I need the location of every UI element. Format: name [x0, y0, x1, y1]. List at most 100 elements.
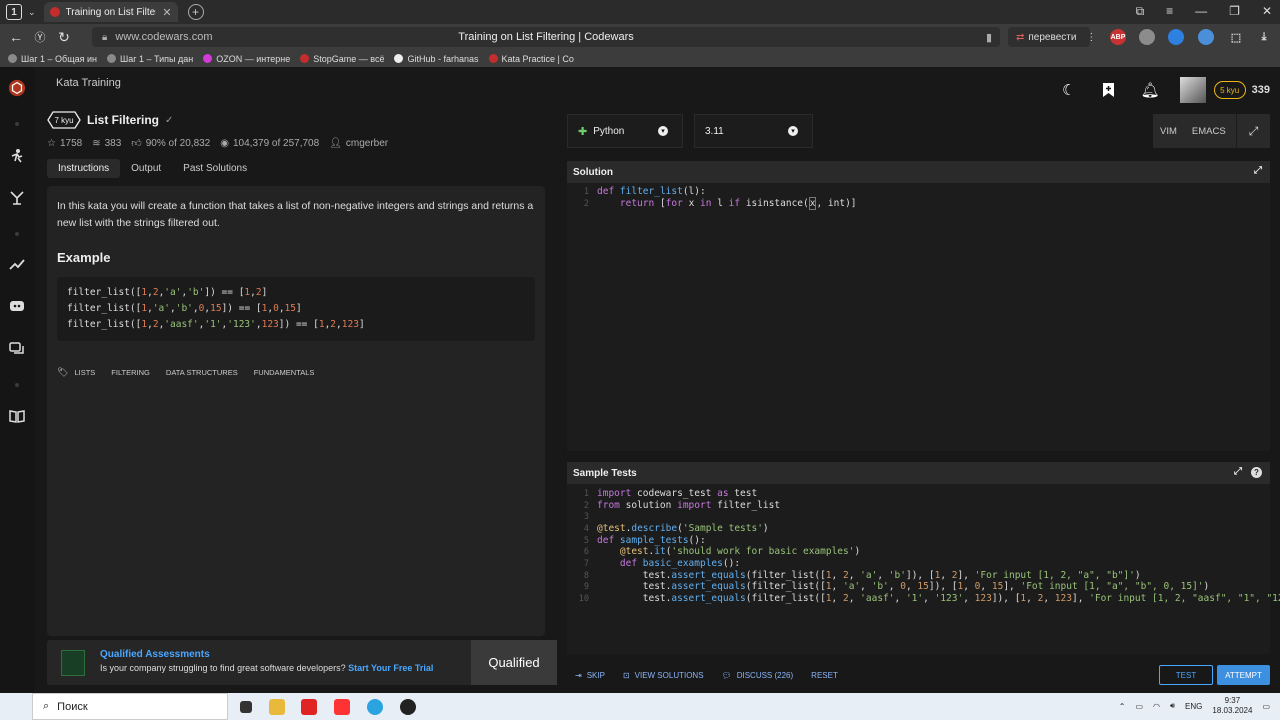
tag-lists[interactable]: LISTS: [74, 368, 95, 377]
bookmark-item[interactable]: Kata Practice | Co: [488, 53, 574, 64]
fullscreen-icon[interactable]: ⤢: [1236, 114, 1270, 148]
help-icon[interactable]: ?: [1251, 467, 1262, 478]
network-icon[interactable]: ▭: [1135, 702, 1143, 711]
bookmark-item[interactable]: Шаг 1 – Общая ин: [8, 54, 97, 64]
chevron-down-icon[interactable]: ⌄: [28, 7, 36, 18]
yandex-icon[interactable]: [334, 698, 350, 715]
reload-icon[interactable]: ↻: [56, 29, 72, 45]
kyu-badge: 7 kyu: [47, 111, 81, 129]
language-indicator[interactable]: ENG: [1185, 702, 1202, 711]
download-icon[interactable]: ⤓: [1256, 29, 1272, 45]
tab-counter[interactable]: 1: [6, 4, 22, 20]
collections-icon[interactable]: ⧉: [1136, 4, 1145, 19]
close-window-icon[interactable]: ✕: [1262, 4, 1272, 19]
bookmark-kata-icon[interactable]: [1102, 82, 1115, 98]
windows-taskbar: ⌕ Поиск ⌃ ▭ ◠ 🔊︎ ENG 9:37 18.03.2024 ▭: [0, 693, 1280, 720]
translate-button[interactable]: ⇄ перевести ⋮: [1008, 27, 1096, 47]
extension-blue-icon[interactable]: [1168, 29, 1184, 45]
discord-icon[interactable]: [8, 297, 26, 315]
bookmark-icon[interactable]: ▮: [986, 31, 992, 44]
volume-icon[interactable]: 🔊︎: [1170, 701, 1175, 711]
chevron-down-icon: ▾: [658, 126, 668, 136]
telegram-icon[interactable]: [367, 698, 383, 715]
file-explorer-icon[interactable]: [269, 698, 285, 715]
tag-data-structures[interactable]: DATA STRUCTURES: [166, 368, 238, 377]
codewars-logo-icon[interactable]: [8, 79, 26, 97]
url-field[interactable]: 🔒︎ www.codewars.com Training on List Fil…: [92, 27, 1000, 47]
browser-tab[interactable]: Training on List Filtering ✕: [43, 2, 178, 22]
task-view-icon[interactable]: [240, 700, 252, 713]
tag-filtering[interactable]: FILTERING: [111, 368, 150, 377]
tag-fundamentals[interactable]: FUNDAMENTALS: [254, 368, 315, 377]
more-icon[interactable]: ⋮: [1086, 32, 1096, 43]
app-topbar: Kata Training ☾ 🔔︎ 5 kyu 339: [34, 67, 1280, 111]
promo-heading[interactable]: Qualified Assessments: [100, 649, 210, 660]
practice-icon[interactable]: [8, 189, 26, 207]
skip-button[interactable]: ⇥ SKIP: [575, 671, 605, 680]
collections-icon[interactable]: ≋: [92, 138, 100, 149]
bookmark-item[interactable]: StopGame — всё: [300, 54, 384, 64]
menu-icon[interactable]: ≡: [1166, 4, 1173, 19]
kata-author[interactable]: cmgerber: [346, 138, 388, 149]
adblock-icon[interactable]: ABP: [1110, 29, 1126, 45]
qualified-logo[interactable]: Qualified: [471, 640, 557, 685]
leaderboard-icon[interactable]: [8, 255, 26, 273]
test-button[interactable]: TEST: [1159, 665, 1213, 685]
expand-icon[interactable]: ⤢: [1254, 165, 1262, 176]
qualified-promo: Qualified Assessments Is your company st…: [47, 640, 557, 685]
training-icon[interactable]: [8, 147, 26, 165]
completed-icon: ◉: [220, 137, 229, 149]
minimize-icon[interactable]: —: [1195, 4, 1207, 19]
avatar[interactable]: [1179, 77, 1206, 103]
chevron-down-icon: ▾: [788, 126, 798, 136]
vim-mode-button[interactable]: VIM: [1160, 126, 1177, 137]
close-tab-icon[interactable]: ✕: [162, 6, 171, 19]
discuss-icon[interactable]: [8, 340, 26, 358]
bookmark-item[interactable]: GitHub - farhanas: [394, 54, 479, 64]
breadcrumb[interactable]: Kata Training: [56, 77, 121, 89]
globe-icon[interactable]: [1139, 29, 1155, 45]
app-icon[interactable]: [400, 698, 416, 715]
show-hidden-icon[interactable]: ⌃: [1119, 702, 1126, 711]
tab-past-solutions[interactable]: Past Solutions: [172, 159, 258, 178]
back-icon[interactable]: ←: [8, 29, 24, 45]
attempt-button[interactable]: ATTEMPT: [1217, 665, 1270, 685]
new-tab-button[interactable]: +: [187, 4, 204, 20]
promo-cta-link[interactable]: Start Your Free Trial: [348, 663, 433, 673]
clock[interactable]: 9:37 18.03.2024: [1212, 696, 1252, 716]
bookmark-item[interactable]: Шаг 1 – Типы дан: [107, 54, 193, 64]
solutions-icon: ⊡: [622, 670, 630, 680]
kata-stats: ☆ 1758 ≋ 383 👍︎ 90% of 20,832 ◉ 104,379 of 2…: [47, 136, 557, 150]
extension-circle-icon[interactable]: [1198, 29, 1214, 45]
sample-tests-editor[interactable]: 1 import codewars_test as test 2 from solu…: [567, 484, 1280, 654]
example-heading: Example: [57, 250, 111, 265]
yandex-icon[interactable]: Ⓨ: [32, 29, 48, 45]
discuss-button[interactable]: 💬︎ DISCUSS (226): [722, 671, 794, 680]
rank-badge: 5 kyu: [1213, 81, 1246, 99]
tab-output[interactable]: Output: [120, 159, 172, 178]
bookmark-favicon-icon: [107, 54, 116, 63]
expand-icon[interactable]: ⤢: [1234, 466, 1242, 477]
docs-icon[interactable]: [8, 407, 26, 425]
version-select[interactable]: 3.11 ▾: [694, 114, 813, 148]
bookmark-item[interactable]: OZON — интерне: [203, 54, 290, 64]
star-icon[interactable]: ☆: [47, 138, 56, 149]
bookmark-label: OZON — интерне: [216, 53, 291, 64]
extensions-icon[interactable]: ⬚: [1228, 29, 1244, 45]
wifi-icon[interactable]: ◠: [1153, 702, 1160, 711]
notifications-icon[interactable]: 🔔︎: [1141, 81, 1160, 99]
emacs-mode-button[interactable]: EMACS: [1192, 126, 1226, 137]
view-solutions-button[interactable]: ⊡ VIEW SOLUTIONS: [623, 671, 704, 680]
reset-button[interactable]: RESET: [811, 671, 838, 680]
yandex-browser-icon[interactable]: [301, 698, 317, 715]
language-select[interactable]: ✚ Python ▾: [567, 114, 683, 148]
taskbar-search[interactable]: ⌕ Поиск: [32, 693, 228, 720]
notifications-icon[interactable]: ▭: [1262, 702, 1270, 711]
page-title: Training on List Filtering | Codewars: [458, 31, 634, 43]
version-value: 3.11: [705, 125, 724, 137]
solution-editor[interactable]: 1 def filter_list(l): 2 return [for x in…: [567, 183, 1270, 451]
tab-instructions[interactable]: Instructions: [47, 158, 121, 178]
bookmark-label: Kata Practice | Co: [501, 53, 574, 64]
dark-mode-icon[interactable]: ☾: [1062, 81, 1075, 99]
restore-icon[interactable]: ❐: [1229, 4, 1240, 19]
